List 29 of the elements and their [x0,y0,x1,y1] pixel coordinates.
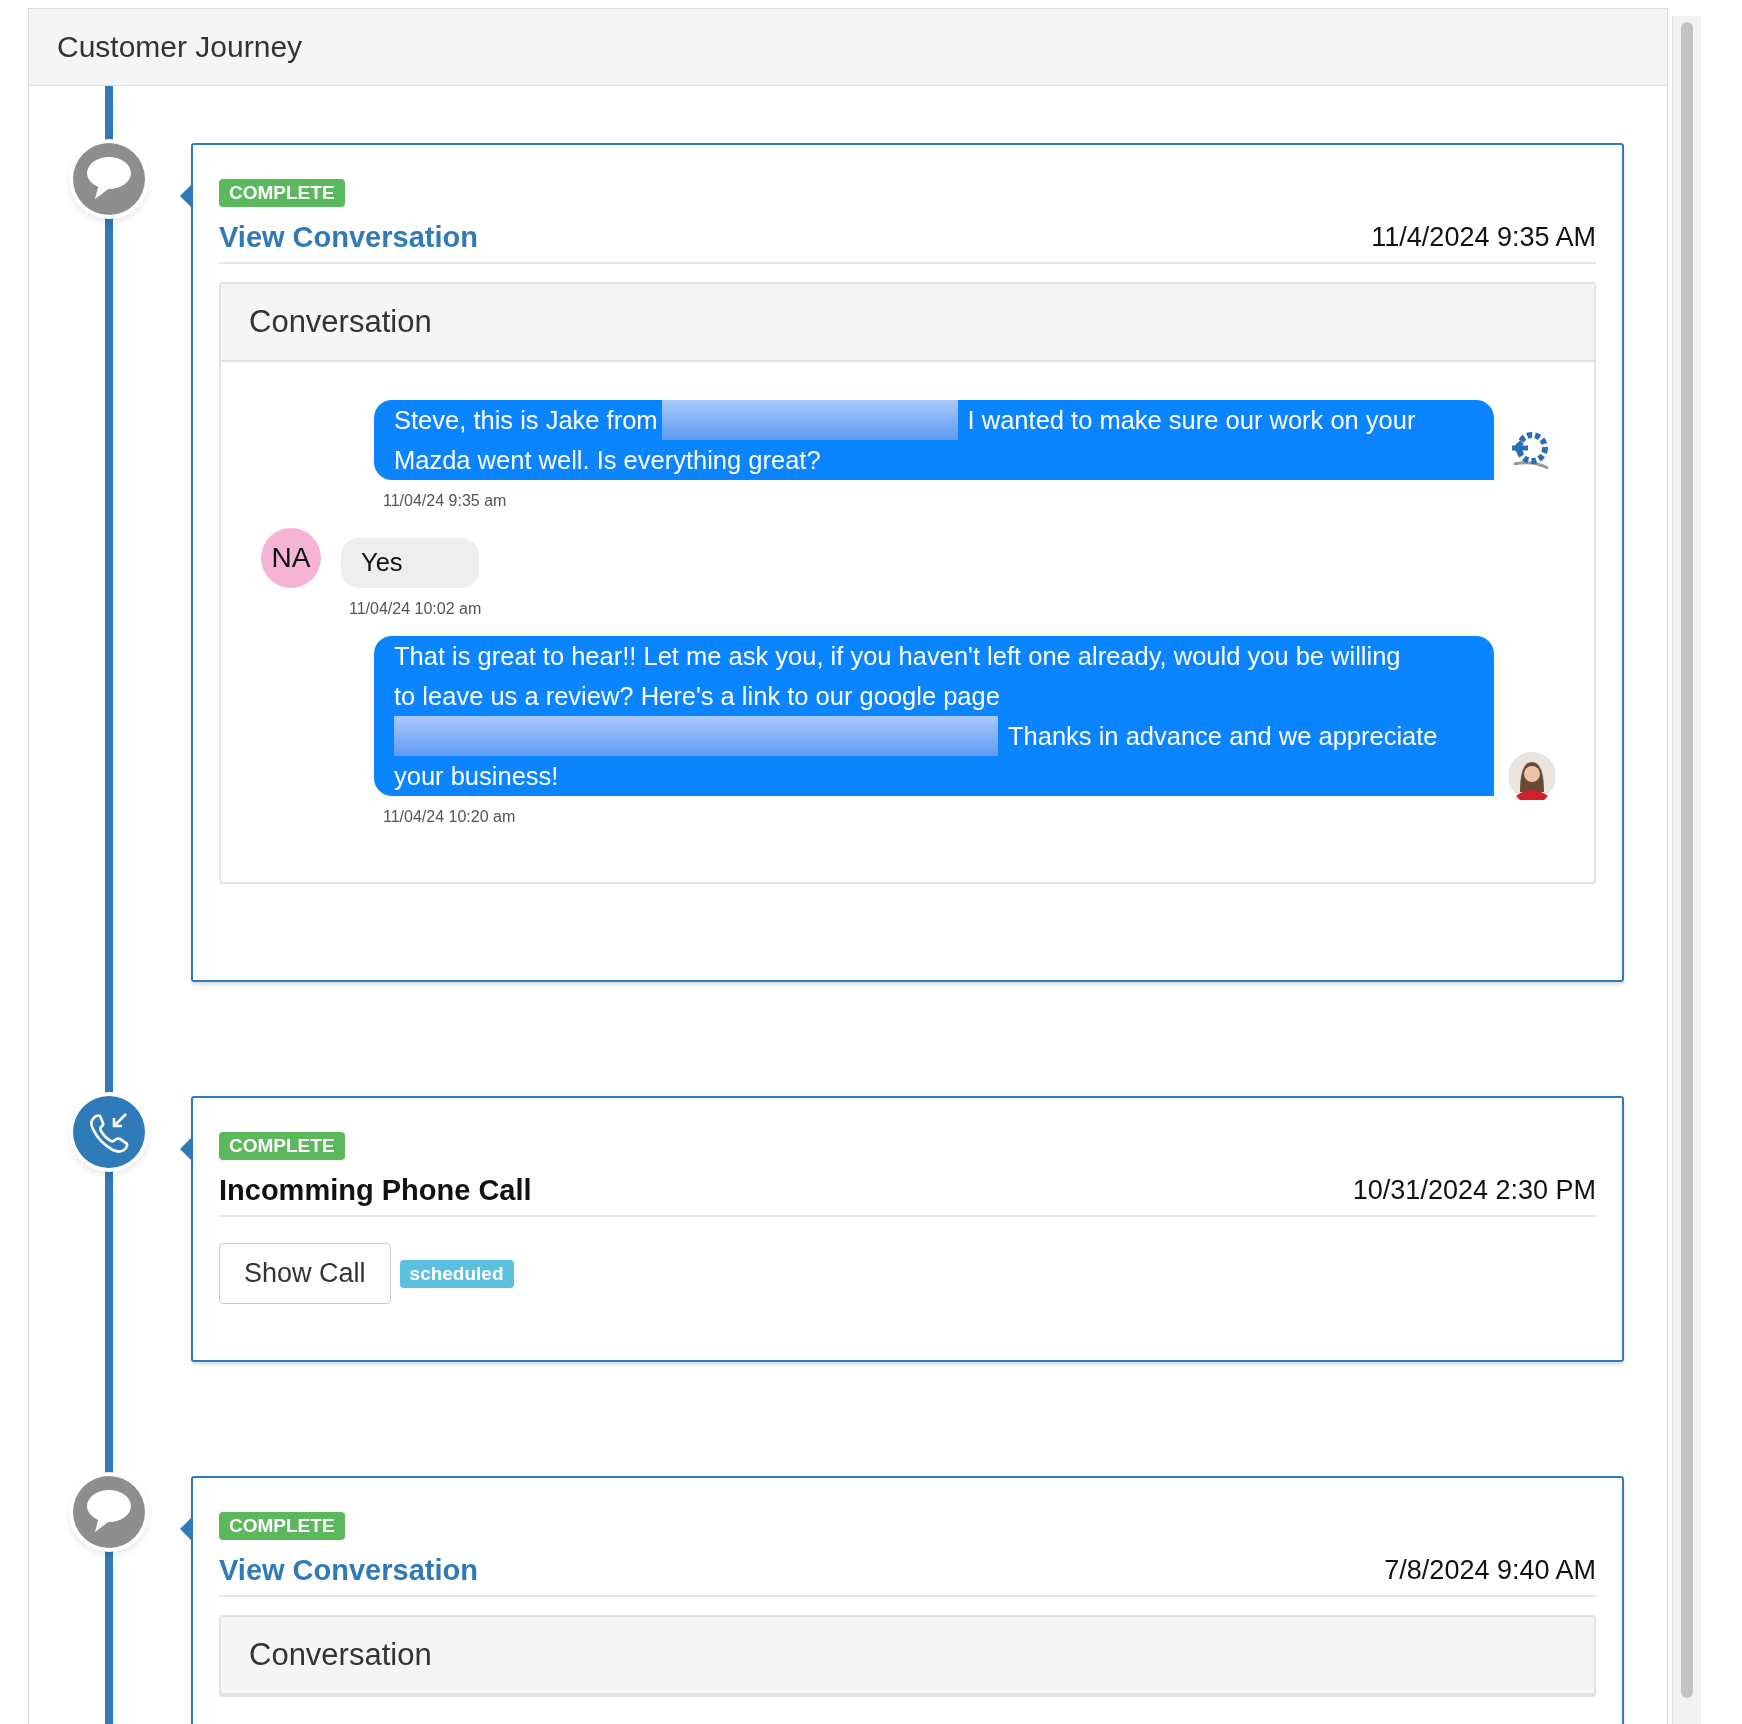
message-timestamp: 11/04/24 10:20 am [382,808,517,826]
message-text: your business! [394,761,559,792]
status-badge: COMPLETE [219,1512,345,1540]
view-conversation-link[interactable]: View Conversation [219,1554,478,1587]
status-badge: COMPLETE [219,1132,345,1160]
status-tag: scheduled [399,1259,514,1288]
message-text: I wanted to make sure our work on your [967,405,1416,436]
person-avatar-icon [1508,752,1556,800]
message-text: Thanks in advance and we appreciate [1008,721,1438,752]
status-badge: COMPLETE [219,179,345,207]
event-title: Incomming Phone Call [219,1174,532,1207]
scrollbar-thumb[interactable] [1681,22,1693,1698]
message-text: Mazda went well. Is everything great? [394,445,821,476]
message-text: Yes [361,547,403,578]
message-timestamp: 11/04/24 10:02 am [348,600,483,618]
event-date: 10/31/2024 2:30 PM [1352,1175,1596,1206]
event-date: 11/4/2024 9:35 AM [1371,222,1596,253]
show-call-button[interactable]: Show Call [219,1243,391,1304]
scrollbar[interactable] [1672,16,1701,1724]
avatar-initials: NA [261,528,321,588]
message-text: Steve, this is Jake from [394,405,658,436]
conversation-title: Conversation [249,304,432,340]
message-timestamp: 11/04/24 9:35 am [382,492,508,510]
view-conversation-link[interactable]: View Conversation [219,221,478,254]
event-date: 7/8/2024 9:40 AM [1384,1555,1596,1586]
message-text: That is great to hear!! Let me ask you, if you haven't left one already, would you be willing [394,641,1401,672]
conversation-title: Conversation [249,1637,432,1673]
message-text: to leave us a review? Here's a link to our google page [394,681,1000,712]
panel-title: Customer Journey [57,30,303,64]
